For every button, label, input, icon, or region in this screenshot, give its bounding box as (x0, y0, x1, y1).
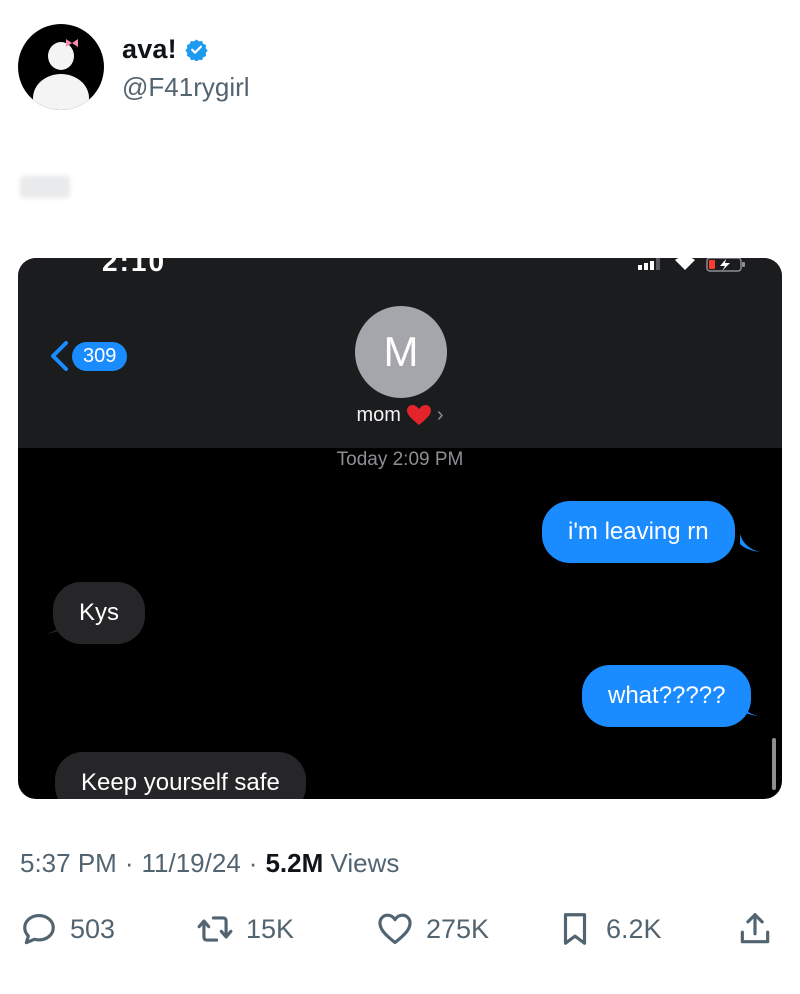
views-label: Views (330, 848, 400, 878)
views-count: 5.2M (265, 848, 324, 878)
author-handle[interactable]: @F41rygirl (122, 72, 250, 103)
status-bar-time: 2:10 (102, 258, 167, 277)
like-count: 275K (426, 913, 490, 944)
verified-badge-icon (185, 39, 208, 61)
share-icon (740, 913, 770, 944)
contact-name-row[interactable]: mom › (18, 404, 782, 427)
tweet-text-blurred (20, 176, 70, 198)
bookmark-count: 6.2K (606, 913, 662, 944)
contact-avatar[interactable]: M (355, 306, 447, 398)
reply-button[interactable]: 503 (20, 910, 115, 948)
message-bubble-incoming[interactable]: Kys (53, 582, 146, 644)
chevron-left-icon (51, 341, 68, 371)
unread-count-badge: 309 (72, 341, 128, 371)
separator-dot: · (124, 848, 134, 878)
reply-icon (23, 913, 55, 945)
share-button[interactable] (736, 910, 774, 948)
separator-dot: · (248, 848, 258, 878)
tweet-metadata: 5:37 PM · 11/19/24 · 5.2M Views (20, 848, 399, 879)
repost-icon (197, 916, 233, 942)
status-bar-icons (638, 258, 746, 272)
bubble-tail (740, 534, 760, 552)
bubble-tail (738, 698, 758, 716)
battery-charging-icon (706, 258, 745, 272)
scroll-indicator[interactable] (772, 738, 776, 790)
tweet-actions-bar: 503 15K 275K 6.2K (0, 910, 800, 962)
reply-count: 503 (70, 913, 116, 944)
message-bubble-incoming[interactable]: Keep yourself safe (55, 752, 306, 799)
wifi-icon (675, 258, 695, 270)
message-timestamp: Today 2:09 PM (336, 449, 464, 470)
back-button[interactable]: 309 (48, 340, 128, 372)
bookmark-button[interactable]: 6.2K (556, 910, 662, 948)
pink-bow-icon (66, 39, 78, 47)
like-button[interactable]: 275K (376, 910, 489, 948)
avatar-silhouette-body (33, 74, 89, 110)
attached-image[interactable]: 2:10 309 M mom › Today 2:09 PM i'm leavi… (18, 258, 782, 799)
imessage-header: 2:10 309 M mom › (18, 258, 782, 448)
repost-count: 15K (246, 913, 295, 944)
signal-icon (638, 258, 660, 270)
message-bubble-outgoing[interactable]: what????? (582, 665, 752, 727)
message-bubble-outgoing[interactable]: i'm leaving rn (542, 501, 735, 563)
author-name-row[interactable]: ava! (122, 34, 208, 65)
post-date[interactable]: 11/19/24 (142, 848, 241, 879)
contact-name: mom (356, 404, 401, 426)
chevron-right-icon: › (436, 404, 444, 426)
bubble-tail (46, 616, 66, 634)
bookmark-icon (563, 913, 587, 945)
repost-button[interactable]: 15K (196, 910, 294, 948)
author-avatar[interactable] (18, 24, 104, 110)
heart-icon (378, 913, 412, 945)
red-heart-icon (406, 405, 431, 425)
post-time[interactable]: 5:37 PM (20, 848, 117, 879)
author-display-name[interactable]: ava! (122, 34, 177, 65)
